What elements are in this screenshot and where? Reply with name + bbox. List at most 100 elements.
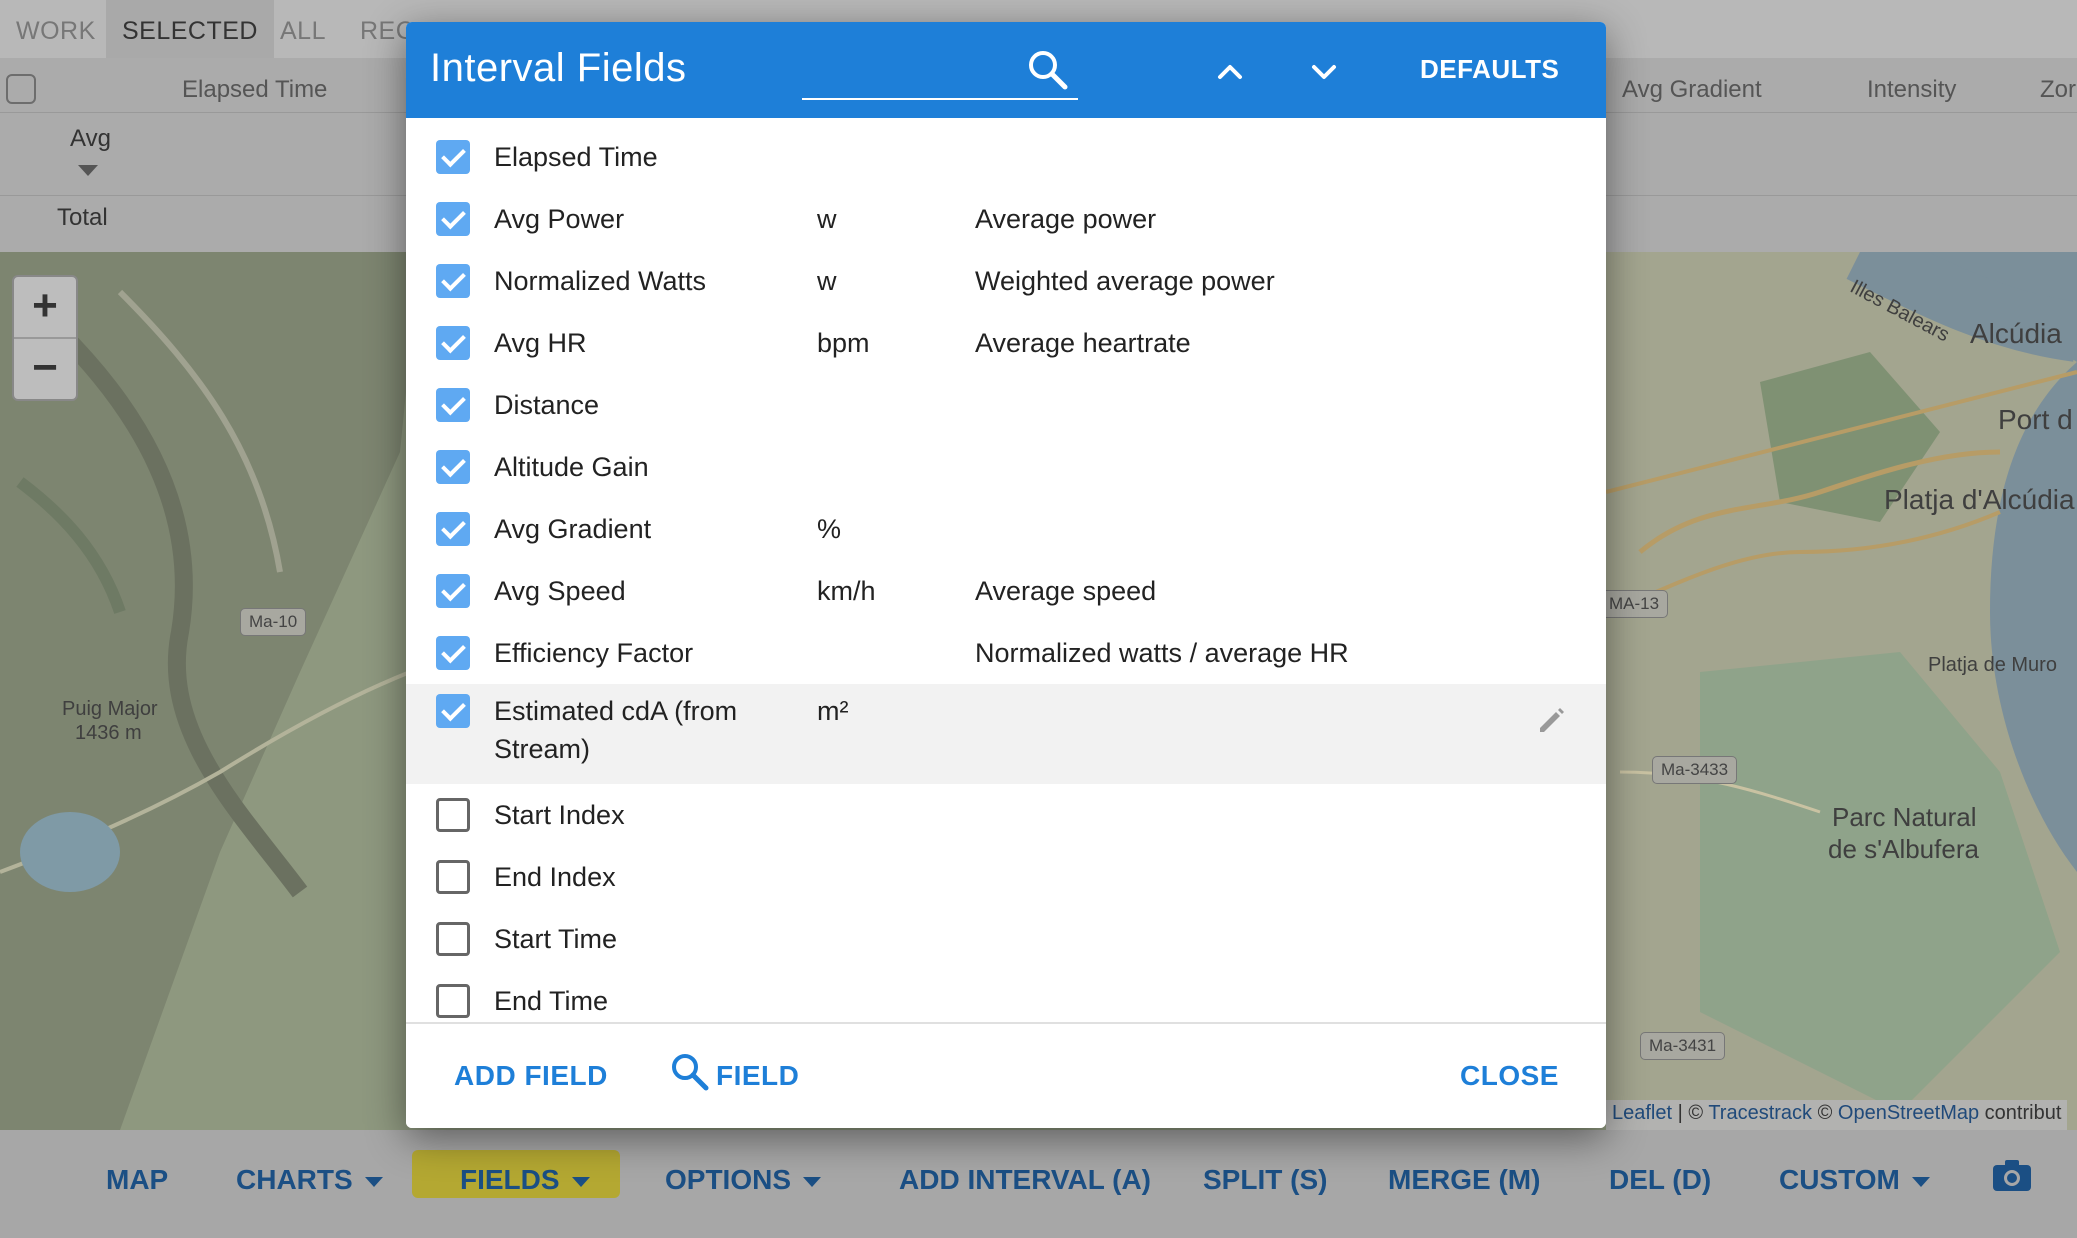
tab-work[interactable]: WORK — [16, 0, 96, 58]
field-name: Normalized Watts — [494, 266, 707, 296]
field-name: Avg Gradient — [494, 514, 652, 544]
zoom-out-button[interactable]: − — [14, 337, 76, 399]
field-search-input[interactable] — [802, 98, 1078, 100]
field-checkbox[interactable] — [436, 860, 470, 894]
tab-selected[interactable]: SELECTED — [106, 0, 274, 58]
map-label-platja-muro: Platja de Muro — [1928, 654, 2057, 676]
map-attribution: Leaflet | © Tracestrack © OpenStreetMap … — [1606, 1100, 2068, 1134]
road-tag-ma13: MA-13 — [1600, 590, 1669, 618]
field-description: Weighted average power — [975, 266, 1275, 296]
field-row[interactable]: Estimated cdA (from Stream) m² — [406, 684, 1606, 784]
field-row[interactable]: Start Index — [406, 784, 1606, 846]
field-checkbox[interactable] — [436, 388, 470, 422]
defaults-button[interactable]: DEFAULTS — [1420, 54, 1559, 85]
dialog-title: Interval Fields — [430, 46, 687, 90]
field-row[interactable]: End Time — [406, 970, 1606, 1022]
tracestrack-link[interactable]: Tracestrack — [1708, 1102, 1812, 1124]
map-label-puig-elevation: 1436 m — [75, 722, 142, 744]
field-checkbox[interactable] — [436, 984, 470, 1018]
total-label: Total — [57, 204, 108, 231]
map-label-alcudia: Alcúdia — [1970, 318, 2062, 349]
road-tag-ma10: Ma-10 — [240, 608, 307, 636]
field-row[interactable]: Efficiency Factor Normalized watts / aver… — [406, 622, 1606, 684]
osm-link[interactable]: OpenStreetMap — [1838, 1102, 1979, 1124]
field-row[interactable]: Avg Gradient% — [406, 498, 1606, 560]
map-zoom-control: + − — [12, 275, 78, 401]
field-checkbox[interactable] — [436, 202, 470, 236]
avg-caret-icon[interactable] — [78, 165, 98, 176]
map-label-parc-natural: Parc Natural — [1832, 802, 1977, 832]
field-row[interactable]: Normalized Watts w Weighted average power — [406, 250, 1606, 312]
field-unit: % — [817, 514, 842, 544]
field-row[interactable]: Start Time — [406, 908, 1606, 970]
field-unit: m² — [817, 696, 849, 726]
field-row[interactable]: End Index — [406, 846, 1606, 908]
close-button[interactable]: CLOSE — [1460, 1060, 1559, 1092]
map-label-puig-major: Puig Major — [62, 698, 158, 720]
field-checkbox[interactable] — [436, 574, 470, 608]
field-row[interactable]: Avg Speed km/h Average speed — [406, 560, 1606, 622]
charts-button-label: CHARTS — [236, 1164, 353, 1195]
field-checkbox[interactable] — [436, 326, 470, 360]
edit-pencil-icon[interactable] — [1536, 704, 1568, 736]
field-unit: km/h — [817, 576, 876, 606]
field-name: Avg Power — [494, 204, 625, 234]
del-button[interactable]: DEL (D) — [1609, 1164, 1711, 1196]
field-checkbox[interactable] — [436, 636, 470, 670]
dialog-header: Interval Fields DEFAULTS — [406, 22, 1606, 118]
custom-dropdown-icon — [1911, 1176, 1930, 1187]
field-checkbox[interactable] — [436, 798, 470, 832]
leaflet-link[interactable]: Leaflet — [1612, 1102, 1672, 1124]
field-checkbox[interactable] — [436, 140, 470, 174]
field-name: Estimated cdA (from Stream) — [494, 696, 738, 764]
col-zones[interactable]: Zor — [2040, 76, 2076, 104]
map-label-port: Port d — [1998, 404, 2073, 435]
search-icon[interactable] — [1026, 48, 1070, 92]
field-checkbox[interactable] — [436, 922, 470, 956]
field-row[interactable]: Distance — [406, 374, 1606, 436]
field-name: End Time — [494, 986, 609, 1016]
field-checkbox[interactable] — [436, 512, 470, 546]
options-button-label: OPTIONS — [665, 1164, 792, 1195]
map-button-label: MAP — [106, 1164, 169, 1195]
tab-all[interactable]: ALL — [280, 0, 326, 58]
field-name: Efficiency Factor — [494, 638, 694, 668]
field-row[interactable]: Elapsed Time — [406, 126, 1606, 188]
field-search-icon[interactable] — [670, 1052, 710, 1092]
options-dropdown-icon — [803, 1176, 822, 1187]
attribution-copy: © — [1812, 1102, 1838, 1124]
field-name: Distance — [494, 390, 600, 420]
add-interval-button[interactable]: ADD INTERVAL (A) — [899, 1164, 1151, 1196]
field-checkbox[interactable] — [436, 264, 470, 298]
field-list[interactable]: Elapsed Time Avg Power w Average power Norma… — [406, 118, 1606, 1022]
map-button[interactable]: MAP — [106, 1164, 168, 1196]
col-elapsed-time[interactable]: Elapsed Time — [182, 76, 327, 104]
split-button[interactable]: SPLIT (S) — [1203, 1164, 1327, 1196]
merge-button[interactable]: MERGE (M) — [1388, 1164, 1540, 1196]
field-checkbox[interactable] — [436, 694, 470, 728]
field-row[interactable]: Altitude Gain — [406, 436, 1606, 498]
map-label-albufera: de s'Albufera — [1828, 834, 1979, 864]
field-row[interactable]: Avg HR bpm Average heartrate — [406, 312, 1606, 374]
add-field-button[interactable]: ADD FIELD — [454, 1060, 608, 1092]
col-intensity[interactable]: Intensity — [1867, 76, 1956, 104]
chevron-up-icon[interactable] — [1212, 56, 1248, 86]
options-button[interactable]: OPTIONS — [665, 1164, 822, 1196]
field-description: Normalized watts / average HR — [975, 638, 1349, 668]
select-all-checkbox[interactable] — [6, 74, 36, 104]
chevron-down-icon[interactable] — [1306, 56, 1342, 86]
field-checkbox[interactable] — [436, 450, 470, 484]
camera-icon[interactable] — [1992, 1158, 2032, 1192]
col-avg-gradient[interactable]: Avg Gradient — [1622, 76, 1762, 104]
charts-button[interactable]: CHARTS — [236, 1164, 383, 1196]
field-row[interactable]: Avg Power w Average power — [406, 188, 1606, 250]
search-field-button[interactable]: FIELD — [716, 1060, 799, 1092]
fields-button[interactable]: FIELDS — [460, 1164, 590, 1196]
custom-button[interactable]: CUSTOM — [1779, 1164, 1930, 1196]
zoom-in-button[interactable]: + — [14, 277, 76, 337]
field-name: Start Time — [494, 924, 618, 954]
interval-fields-dialog: Interval Fields DEFAULTS Elapsed Time Avg… — [406, 22, 1606, 1128]
custom-button-label: CUSTOM — [1779, 1164, 1900, 1195]
dialog-footer: ADD FIELD FIELD CLOSE — [406, 1022, 1606, 1128]
avg-selector[interactable]: Avg — [70, 125, 111, 153]
